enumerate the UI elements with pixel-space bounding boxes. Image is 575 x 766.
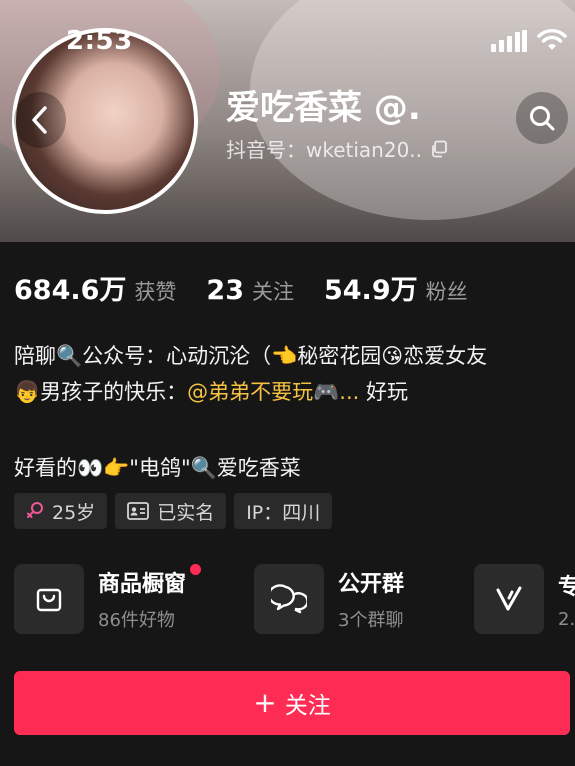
card-title: 专 — [558, 574, 575, 600]
group-chat-icon — [271, 584, 307, 614]
card-subtitle: 3个群聊 — [338, 610, 404, 631]
back-button[interactable] — [14, 92, 66, 148]
stat-label: 粉丝 — [425, 280, 468, 304]
stat-value: 684.6万 — [14, 275, 127, 306]
card-public-group[interactable]: 公开群 3个群聊 — [254, 564, 404, 634]
service-cards: 商品橱窗 86件好物 公开群 3个群聊 专 2. — [14, 564, 575, 636]
bio-line: 👦男孩子的快乐：@弟弟不要玩🎮... 好玩 — [14, 374, 575, 410]
bio-line: 好看的👀👉"电鸽"🔍爱吃香菜 — [14, 456, 301, 480]
stat-likes: 684.6万 获赞 — [14, 268, 176, 307]
stat-followers[interactable]: 54.9万 粉丝 — [324, 268, 468, 307]
account-id-row[interactable]: 抖音号：wketian20.. — [226, 134, 448, 163]
chevron-left-icon — [32, 106, 47, 134]
card-title: 公开群 — [338, 572, 405, 597]
tag-label: 25岁 — [52, 501, 96, 524]
plus-icon: + — [253, 686, 277, 719]
stat-following[interactable]: 23 关注 — [206, 275, 294, 306]
status-time: 2:53 — [66, 26, 133, 56]
tag-verified: 已实名 — [115, 493, 227, 529]
card-shop-window[interactable]: 商品橱窗 86件好物 — [14, 564, 202, 634]
copy-icon[interactable] — [430, 140, 448, 158]
bio-text: 好玩 — [359, 380, 409, 404]
follow-label: 关注 — [284, 693, 331, 719]
tag-label: 已实名 — [157, 501, 215, 524]
bio-mention-link[interactable]: @弟弟不要玩🎮... — [187, 380, 359, 404]
stat-label: 关注 — [251, 280, 294, 304]
search-button[interactable] — [516, 92, 568, 144]
card-icon-box — [14, 564, 84, 634]
search-icon — [530, 106, 555, 131]
card-partial[interactable]: 专 2. — [474, 564, 575, 634]
stat-value: 23 — [206, 275, 244, 306]
profile-page: 2:53 爱吃香菜 @. 抖音号：wketian20.. 684.6万 获赞 2… — [0, 0, 575, 766]
card-title: 商品橱窗 — [98, 572, 187, 597]
card-icon-box — [254, 564, 324, 634]
tag-age: 25岁 — [14, 493, 108, 529]
female-icon — [27, 502, 43, 518]
notification-dot — [190, 564, 202, 575]
cellular-signal-icon — [491, 30, 527, 52]
profile-nickname: 爱吃香菜 @. — [226, 88, 421, 128]
tag-label: IP：四川 — [246, 501, 321, 524]
bio-text: 👦男孩子的快乐： — [14, 380, 188, 404]
profile-stats: 684.6万 获赞 23 关注 54.9万 粉丝 — [14, 268, 498, 307]
v-icon — [496, 586, 522, 611]
tag-ip: IP：四川 — [234, 493, 333, 529]
profile-tags: 25岁 已实名 IP：四川 — [14, 493, 333, 529]
card-subtitle: 86件好物 — [98, 610, 175, 631]
shopping-bag-icon — [36, 588, 62, 612]
wifi-icon — [537, 29, 567, 50]
follow-button[interactable]: + 关注 — [14, 671, 570, 735]
stat-value: 54.9万 — [323, 275, 418, 306]
card-icon-box — [474, 564, 544, 634]
profile-bio: 陪聊🔍公众号：心动沉沦（👈秘密花园😘恋爱女友 👦男孩子的快乐：@弟弟不要玩🎮..… — [14, 338, 575, 486]
bio-line: 陪聊🔍公众号：心动沉沦（👈秘密花园😘恋爱女友 — [14, 344, 488, 368]
id-card-icon — [127, 502, 150, 520]
card-subtitle: 2. — [558, 608, 575, 630]
account-id: 抖音号：wketian20.. — [226, 138, 423, 162]
stat-label: 获赞 — [134, 280, 177, 304]
